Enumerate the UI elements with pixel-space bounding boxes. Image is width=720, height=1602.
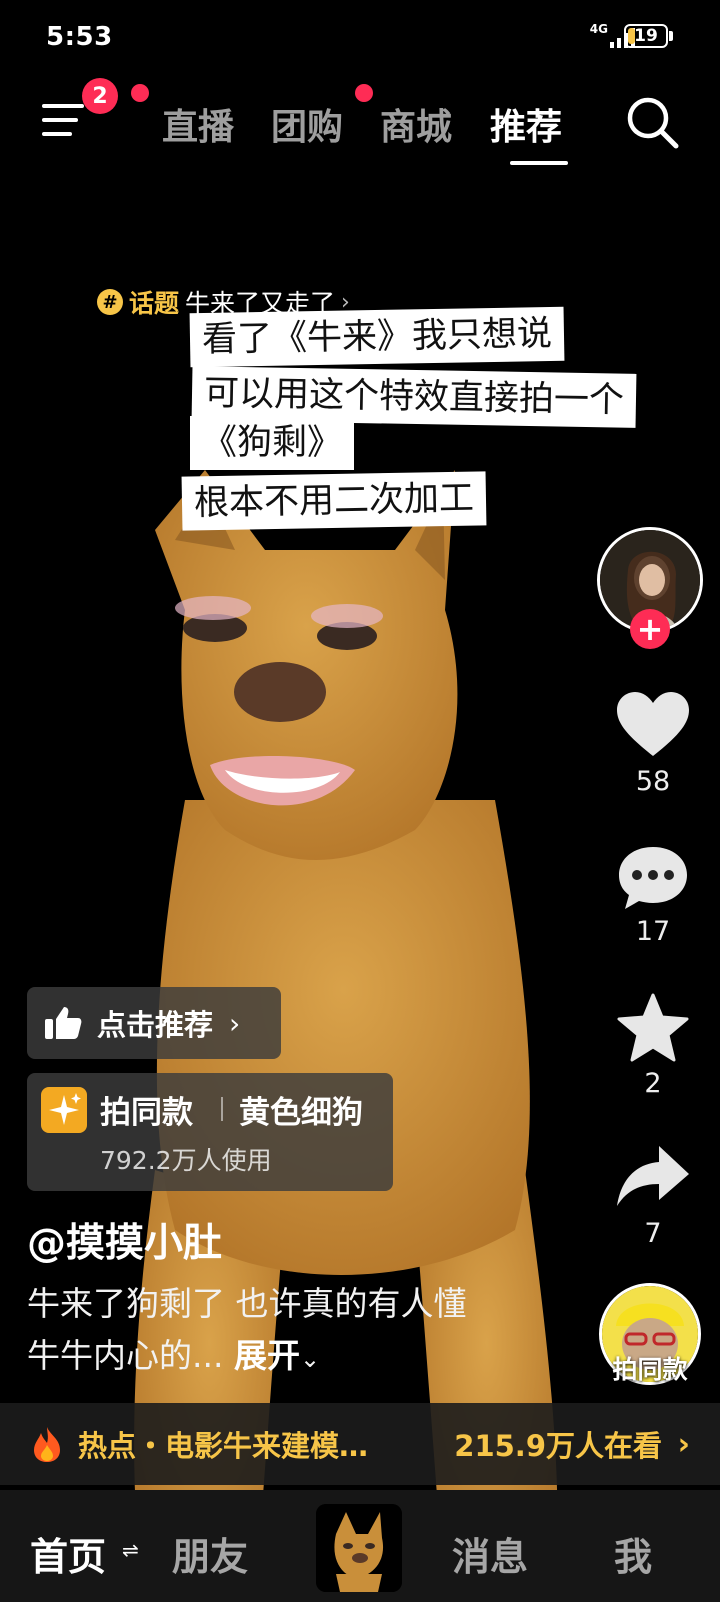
chevron-down-icon: ⌄: [299, 1345, 321, 1373]
active-tab-indicator: [510, 161, 568, 165]
flame-icon: [34, 1427, 60, 1462]
favorite-count: 2: [644, 1068, 662, 1099]
create-video-button[interactable]: [316, 1504, 402, 1592]
create-thumbnail: [316, 1504, 402, 1592]
trending-bar[interactable]: 热点・电影牛来建模… 215.9万人在看 ›: [0, 1403, 720, 1485]
sparkle-effect-icon: [41, 1087, 87, 1133]
tab-mall[interactable]: 商城: [380, 98, 452, 150]
nav-home[interactable]: 首页: [30, 1526, 106, 1581]
share-count: 7: [644, 1218, 662, 1249]
menu-notification-badge: 2: [82, 78, 118, 114]
effect-name: 黄色细狗: [239, 1095, 363, 1131]
effect-usage-count: 792.2万人使用: [100, 1146, 272, 1175]
chevron-right-icon: ›: [229, 1006, 241, 1040]
chevron-right-icon: ›: [677, 1426, 690, 1462]
share-icon[interactable]: [615, 1142, 691, 1212]
effect-card[interactable]: 拍同款 黄色细狗 792.2万人使用: [27, 1073, 393, 1191]
effect-divider: [221, 1097, 223, 1121]
nav-friends[interactable]: 朋友: [172, 1526, 248, 1581]
trending-topic: 热点・电影牛来建模…: [78, 1429, 369, 1463]
switch-icon[interactable]: ⇌: [122, 1538, 139, 1562]
tab-live[interactable]: 直播: [162, 98, 234, 150]
effect-label: 拍同款: [100, 1095, 193, 1131]
nav-me[interactable]: 我: [614, 1526, 652, 1581]
network-indicator: 4G: [589, 22, 608, 36]
search-icon[interactable]: [626, 96, 680, 150]
comment-icon[interactable]: [615, 843, 691, 913]
bottom-nav: 首页 ⇌ 朋友 消息 我: [0, 1490, 720, 1602]
like-heart-icon[interactable]: [615, 690, 691, 760]
tab-recommend[interactable]: 推荐: [490, 98, 562, 150]
trending-viewers: 215.9万人在看: [454, 1429, 662, 1463]
battery-tip: [669, 31, 673, 41]
tab-group-buy[interactable]: 团购: [271, 98, 343, 150]
recommend-button[interactable]: 点击推荐 ›: [27, 987, 281, 1059]
caption-line: 看了《牛来》我只想说: [189, 306, 565, 368]
notification-dot: [131, 84, 149, 102]
battery-level: 19: [634, 26, 658, 46]
caption-line: 根本不用二次加工: [181, 471, 487, 531]
topic-label: 话题: [129, 289, 180, 318]
video-description[interactable]: 牛来了狗剩了 也许真的有人懂牛牛内心的... 展开⌄: [27, 1278, 477, 1385]
recommend-label: 点击推荐: [97, 1008, 214, 1042]
nav-messages[interactable]: 消息: [452, 1526, 528, 1581]
tab-group-buy-dot: [355, 84, 373, 102]
caption-line: 《狗剩》: [190, 416, 355, 470]
shoot-same-label: 拍同款: [612, 1355, 688, 1384]
author-name[interactable]: @摸摸小肚: [27, 1212, 222, 1268]
like-count: 58: [635, 766, 671, 797]
hashtag-icon: #: [97, 289, 123, 315]
favorite-star-icon[interactable]: [615, 993, 691, 1063]
menu-icon[interactable]: [42, 100, 86, 140]
expand-link[interactable]: 展开: [234, 1336, 300, 1375]
thumbs-up-icon: [45, 1007, 82, 1039]
battery-indicator: 19: [624, 24, 668, 48]
comment-count: 17: [635, 916, 671, 947]
status-time: 5:53: [46, 22, 113, 52]
follow-button[interactable]: +: [630, 609, 670, 649]
